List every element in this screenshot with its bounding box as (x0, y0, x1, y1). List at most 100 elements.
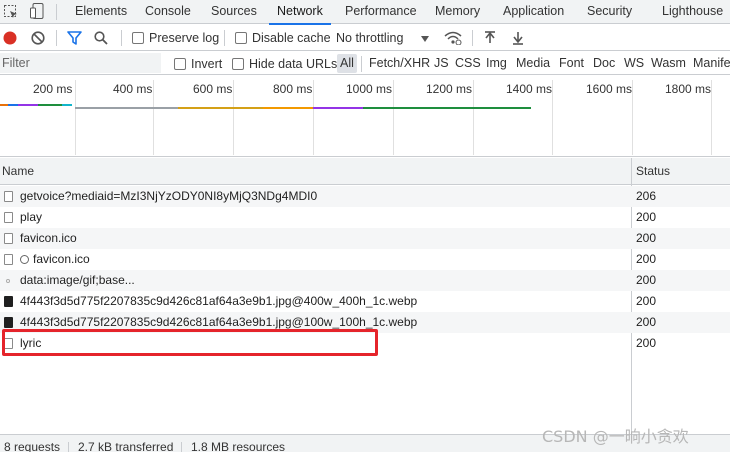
table-row[interactable]: 4f443f3d5d775f2207835c9d426c81af64a3e9b1… (0, 291, 730, 312)
timeline-gridline (711, 80, 712, 155)
checkbox-box[interactable] (132, 32, 144, 44)
checkbox-box[interactable] (232, 57, 244, 70)
tab-memory[interactable]: Memory (435, 0, 480, 24)
import-har-icon[interactable] (484, 25, 496, 51)
device-toolbar-icon[interactable] (30, 3, 46, 23)
timeline-gridline (313, 80, 314, 155)
tab-elements[interactable]: Elements (75, 0, 127, 24)
invert-checkbox[interactable]: Invert (174, 52, 222, 75)
request-count: 8 requests (4, 440, 61, 452)
document-icon (4, 212, 13, 223)
request-status: 200 (636, 252, 657, 266)
service-worker-icon (20, 255, 29, 264)
request-status: 200 (636, 315, 657, 329)
table-row[interactable]: getvoice?mediaid=MzI3NjYzODY0NI8yMjQ3NDg… (0, 186, 730, 207)
request-name: data:image/gif;base... (20, 273, 135, 287)
timeline-tick-label: 1600 ms (586, 82, 633, 96)
network-overview-timeline[interactable]: 200 ms 400 ms 600 ms 800 ms 1000 ms 1200… (0, 76, 730, 157)
image-thumbnail-icon (4, 317, 13, 328)
request-status: 200 (636, 273, 657, 287)
timeline-gridline (632, 80, 633, 155)
request-status: 200 (636, 231, 657, 245)
tab-sources[interactable]: Sources (211, 0, 257, 24)
network-toolbar: Preserve log Disable cache No throttling (0, 25, 730, 51)
timeline-request-bar (75, 107, 178, 109)
table-row[interactable]: favicon.ico 200 (0, 249, 730, 270)
timeline-tick-label: 1200 ms (426, 82, 473, 96)
timeline-tick-label: 1000 ms (346, 82, 393, 96)
image-thumbnail-icon (4, 296, 13, 307)
type-filter-doc[interactable]: Doc (593, 52, 615, 75)
type-filter-css[interactable]: CSS (455, 52, 481, 75)
type-filter-all[interactable]: All (337, 54, 357, 73)
type-filter-ws[interactable]: WS (624, 52, 644, 75)
tab-lighthouse[interactable]: Lighthouse (662, 0, 723, 24)
timeline-tick-label: 200 ms (33, 82, 73, 96)
tab-console[interactable]: Console (145, 0, 191, 24)
request-status: 200 (636, 336, 657, 350)
csdn-watermark: CSDN @一晌小贪欢 (542, 427, 689, 446)
disable-cache-checkbox[interactable]: Disable cache (235, 25, 331, 51)
timeline-request-bar (18, 104, 38, 106)
clear-icon[interactable] (31, 25, 45, 51)
preserve-log-checkbox[interactable]: Preserve log (132, 25, 219, 51)
request-status: 200 (636, 294, 657, 308)
checkbox-box[interactable] (174, 57, 186, 70)
timeline-request-bar (178, 107, 263, 109)
type-filter-fetch-xhr[interactable]: Fetch/XHR (369, 52, 430, 75)
tab-performance[interactable]: Performance (345, 0, 417, 24)
highlight-annotation-box (2, 329, 378, 356)
checkbox-box[interactable] (235, 32, 247, 44)
toolbar-separator (472, 30, 473, 46)
timeline-gridline (393, 80, 394, 155)
timeline-tick-label: 1400 ms (506, 82, 553, 96)
column-header-status[interactable]: Status (636, 158, 670, 185)
summary-separator (68, 442, 69, 452)
hide-data-urls-label: Hide data URLs (249, 56, 338, 71)
timeline-request-bar (38, 104, 62, 106)
disable-cache-label: Disable cache (252, 31, 331, 45)
request-name: play (20, 210, 43, 224)
request-name: getvoice?mediaid=MzI3NjYzODY0NI8yMjQ3NDg… (20, 189, 318, 203)
timeline-tick-label: 1800 ms (665, 82, 712, 96)
request-status: 206 (636, 189, 657, 203)
throttling-select[interactable]: No throttling (336, 25, 430, 51)
column-header-name[interactable]: Name (2, 158, 34, 185)
tab-network[interactable]: Network (269, 0, 331, 25)
devtools-tab-bar: Elements Console Sources Network Perform… (0, 0, 730, 25)
record-icon[interactable] (3, 25, 17, 51)
type-filter-media[interactable]: Media (516, 52, 550, 75)
tab-application[interactable]: Application (503, 0, 564, 24)
dropdown-arrow-icon (421, 31, 430, 45)
type-filter-font[interactable]: Font (559, 52, 584, 75)
throttling-label: No throttling (336, 31, 404, 45)
type-filter-wasm[interactable]: Wasm (651, 52, 686, 75)
table-row[interactable]: data:image/gif;base... 200 (0, 270, 730, 291)
filter-icon[interactable] (67, 25, 82, 51)
filter-separator (361, 56, 362, 72)
request-name: favicon.ico (33, 252, 90, 266)
timeline-gridline (75, 80, 76, 155)
timeline-tick-label: 800 ms (273, 82, 313, 96)
network-conditions-icon[interactable] (444, 25, 462, 51)
type-filter-js[interactable]: JS (434, 52, 449, 75)
type-filter-img[interactable]: Img (486, 52, 507, 75)
search-icon[interactable] (94, 25, 108, 51)
export-har-icon[interactable] (512, 25, 524, 51)
preserve-log-label: Preserve log (149, 31, 220, 45)
invert-label: Invert (191, 56, 223, 71)
tab-security[interactable]: Security (587, 0, 632, 24)
table-row[interactable]: play 200 (0, 207, 730, 228)
toolbar-separator (56, 30, 57, 46)
table-row[interactable]: favicon.ico 200 (0, 228, 730, 249)
request-name: favicon.ico (20, 231, 77, 245)
hide-data-urls-checkbox[interactable]: Hide data URLs (232, 52, 337, 75)
timeline-gridline (552, 80, 553, 155)
timeline-gridline (153, 80, 154, 155)
summary-separator (181, 442, 182, 452)
resources-size: 1.8 MB resources (191, 440, 286, 452)
inspect-element-icon[interactable] (4, 5, 18, 22)
timeline-request-bar (313, 107, 363, 109)
filter-input[interactable] (0, 53, 161, 73)
type-filter-manifest[interactable]: Manife (693, 52, 730, 75)
